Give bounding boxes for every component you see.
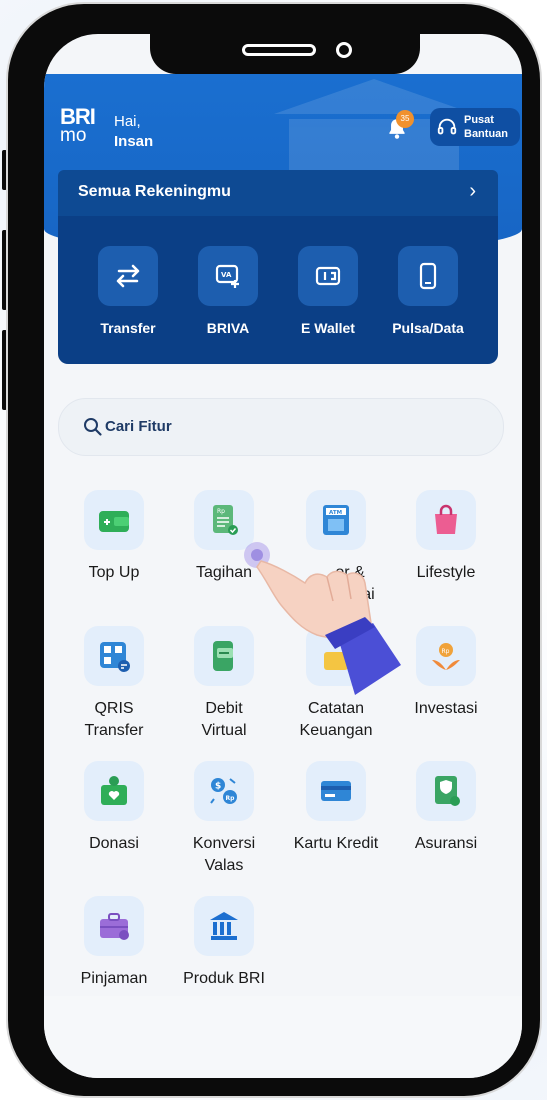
svg-text:VA: VA [221,271,232,279]
feature-investasi[interactable]: Rp Investasi [390,626,502,720]
svg-text:$: $ [215,782,221,792]
greeting-text: Hai, [114,113,141,130]
quick-action-briva[interactable]: VA BRIVA [180,246,276,336]
donation-icon [84,761,144,821]
user-name: Insan [114,133,154,150]
quick-action-pulsa[interactable]: Pulsa/Data [380,246,476,336]
feature-label: Donasi [89,835,139,852]
quick-actions-panel: Transfer VA BRIVA E Wallet Pulsa/Data [58,216,498,364]
help-label-1: Pusat [464,114,494,126]
topup-wallet-icon [84,490,144,550]
feature-produk-bri[interactable]: Produk BRI [168,896,280,990]
insurance-icon [416,761,476,821]
headset-icon [437,118,457,135]
feature-qris-transfer[interactable]: QRIS Transfer [58,626,170,742]
svg-text:Rp: Rp [442,648,450,655]
notification-badge: 35 [396,110,414,128]
search-icon [84,418,102,436]
briva-icon: VA [198,246,258,306]
all-accounts-label: Semua Rekeningmu [78,183,231,200]
feature-label: Catatan Keuangan [299,700,373,739]
feature-label: Investasi [414,700,478,717]
bank-building-icon [194,896,254,956]
shopping-bag-icon [416,490,476,550]
feature-pinjaman[interactable]: Pinjaman [58,896,170,990]
svg-text:Rp: Rp [226,795,236,802]
pointing-hand-icon [244,542,401,695]
feature-label: Lifestyle [416,564,476,581]
quick-action-label: E Wallet [301,320,355,336]
feature-label: Konversi Valas [192,835,256,874]
chevron-right-icon: › [469,180,476,202]
feature-label: Asuransi [414,835,478,852]
feature-lifestyle[interactable]: Lifestyle [390,490,502,584]
feature-top-up[interactable]: Top Up [58,490,170,584]
help-center-button[interactable]: Pusat Bantuan [430,108,520,146]
quick-action-transfer[interactable]: Transfer [80,246,176,336]
quick-action-label: BRIVA [206,320,250,336]
speaker-icon [242,44,316,56]
investment-icon: Rp [416,626,476,686]
currency-exchange-icon: $ Rp [194,761,254,821]
transfer-arrows-icon [98,246,158,306]
phone-notch [150,34,420,74]
feature-label: Debit Virtual [201,700,247,739]
feature-kartu-kredit[interactable]: Kartu Kredit [280,761,392,855]
search-input[interactable]: Cari Fitur [58,398,504,456]
feature-label: Produk BRI [183,970,265,987]
loan-briefcase-icon [84,896,144,956]
camera-icon [336,42,352,58]
feature-label: QRIS Transfer [84,700,144,739]
greeting: Hai, Insan [114,112,153,152]
phone-icon [398,246,458,306]
bottom-bar [44,996,522,1078]
search-placeholder: Cari Fitur [105,418,172,435]
feature-konversi-valas[interactable]: $ Rp Konversi Valas [168,761,280,877]
feature-asuransi[interactable]: Asuransi [390,761,502,855]
all-accounts-bar[interactable]: Semua Rekeningmu › [58,170,498,216]
bri-logo: BRI mo [60,104,96,146]
wallet-icon [298,246,358,306]
qris-icon [84,626,144,686]
feature-donasi[interactable]: Donasi [58,761,170,855]
quick-action-label: Pulsa/Data [392,320,464,336]
feature-label: Pinjaman [80,970,148,987]
quick-action-ewallet[interactable]: E Wallet [280,246,376,336]
feature-label: Top Up [88,564,140,581]
feature-label: Kartu Kredit [293,835,379,852]
credit-card-icon [306,761,366,821]
quick-action-label: Transfer [100,320,156,336]
help-label-2: Bantuan [464,128,508,140]
